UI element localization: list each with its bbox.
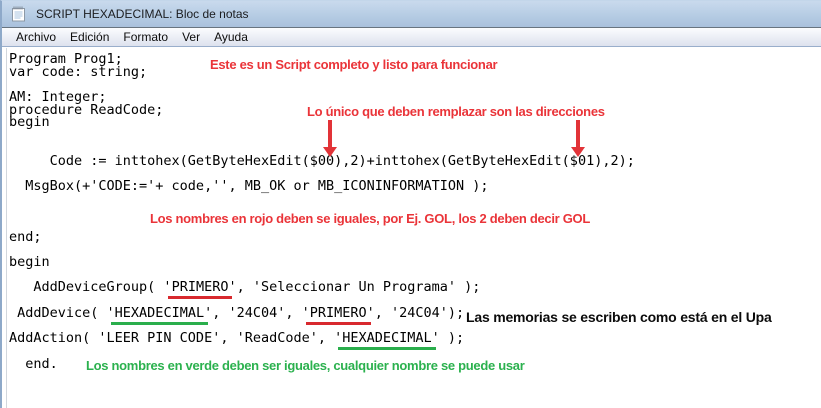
menu-ayuda[interactable]: Ayuda (207, 29, 255, 45)
code-line: procedure ReadCode; (9, 104, 821, 117)
menu-edicion[interactable]: Edición (63, 29, 116, 45)
code-line: begin (9, 116, 821, 129)
red-underlined-text: PRIMERO (168, 279, 233, 299)
green-underlined-text: HEXADECIMAL (111, 305, 208, 325)
title-bar[interactable]: SCRIPT HEXADECIMAL: Bloc de notas (2, 1, 821, 28)
code-line: var code: string; (9, 66, 821, 79)
code-line: end; (9, 231, 821, 244)
code-line: MsgBox(+'CODE:='+ code,'', MB_OK or MB_I… (9, 180, 821, 193)
code-line (9, 78, 821, 91)
red-underlined-text: PRIMERO (306, 305, 371, 325)
code-content: Program Prog1;var code: string; AM: Inte… (2, 53, 821, 370)
code-line (9, 129, 821, 142)
code-line (9, 218, 821, 231)
menu-archivo[interactable]: Archivo (9, 29, 63, 45)
code-line: AddDevice( 'HEXADECIMAL', '24C04', 'PRIM… (9, 307, 821, 320)
code-line: AddDeviceGroup( 'PRIMERO', 'Seleccionar … (9, 281, 821, 294)
green-underlined-text: HEXADECIMAL (338, 330, 435, 350)
code-line (9, 193, 821, 206)
code-line: AddAction( 'LEER PIN CODE', 'ReadCode', … (9, 332, 821, 345)
code-line: begin (9, 256, 821, 269)
notepad-window: SCRIPT HEXADECIMAL: Bloc de notas Archiv… (0, 0, 821, 408)
menu-bar: Archivo Edición Formato Ver Ayuda (2, 28, 821, 47)
code-line: Code := inttohex(GetByteHexEdit($00),2)+… (9, 155, 821, 168)
notepad-icon (10, 5, 28, 23)
menu-ver[interactable]: Ver (175, 29, 207, 45)
text-area[interactable]: Program Prog1;var code: string; AM: Inte… (2, 48, 821, 408)
code-line (9, 205, 821, 218)
code-line: end. (9, 358, 821, 371)
menu-formato[interactable]: Formato (116, 29, 175, 45)
window-title: SCRIPT HEXADECIMAL: Bloc de notas (36, 7, 249, 21)
code-line (9, 243, 821, 256)
